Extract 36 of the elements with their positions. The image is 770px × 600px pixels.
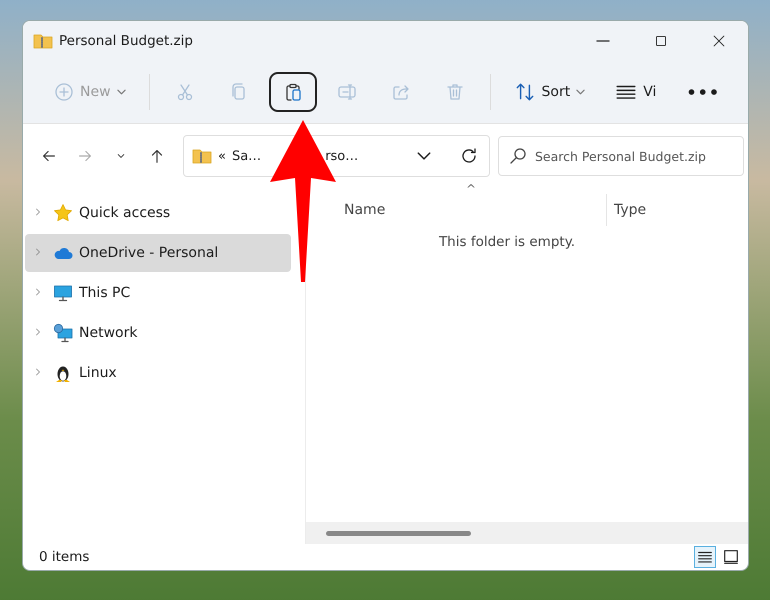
sort-caret: ^ — [466, 182, 476, 196]
network-icon — [53, 323, 73, 343]
window-title: Personal Budget.zip — [59, 33, 194, 49]
close-icon — [712, 34, 726, 48]
plus-circle-icon — [54, 82, 74, 102]
chevron-down-icon — [116, 89, 126, 95]
chevron-down-icon — [417, 152, 431, 160]
breadcrumb[interactable]: Sa… — [232, 148, 262, 164]
sort-button[interactable]: Sort — [502, 72, 598, 112]
monitor-icon — [53, 283, 73, 303]
trash-icon — [444, 82, 465, 102]
column-header[interactable]: Name — [344, 202, 606, 218]
rename-icon — [336, 82, 357, 102]
horizontal-scrollbar[interactable] — [306, 522, 748, 544]
item-count: 0 items — [39, 549, 90, 565]
navigation-item[interactable]: Linux — [25, 354, 291, 392]
view-button[interactable]: Vi — [603, 72, 668, 112]
more-button[interactable]: ••• — [674, 72, 732, 112]
navigation-item[interactable]: OneDrive - Personal — [25, 234, 291, 272]
paste-button[interactable] — [268, 72, 317, 112]
breadcrumb[interactable]: rso… — [325, 148, 358, 164]
navigation-item[interactable]: This PC — [25, 274, 291, 312]
maximize-icon — [654, 34, 668, 48]
minimize-icon — [596, 40, 610, 42]
chevron-down-icon — [576, 89, 586, 95]
address-bar[interactable]: « Sa… rso… — [183, 135, 490, 177]
navigation-item[interactable]: Network — [25, 314, 291, 352]
navigation-item[interactable]: Quick access — [25, 194, 291, 232]
star-icon — [53, 203, 73, 223]
tiles-view-icon — [722, 548, 740, 566]
search-field[interactable]: Search Personal Budget.zip — [498, 136, 744, 176]
view-toggle-button[interactable] — [694, 546, 716, 568]
overflow-chevrons[interactable]: « — [218, 148, 226, 164]
column-header[interactable]: Type — [606, 194, 646, 226]
sort-icon — [514, 81, 536, 103]
empty-folder-message: This folder is empty. — [438, 234, 576, 250]
